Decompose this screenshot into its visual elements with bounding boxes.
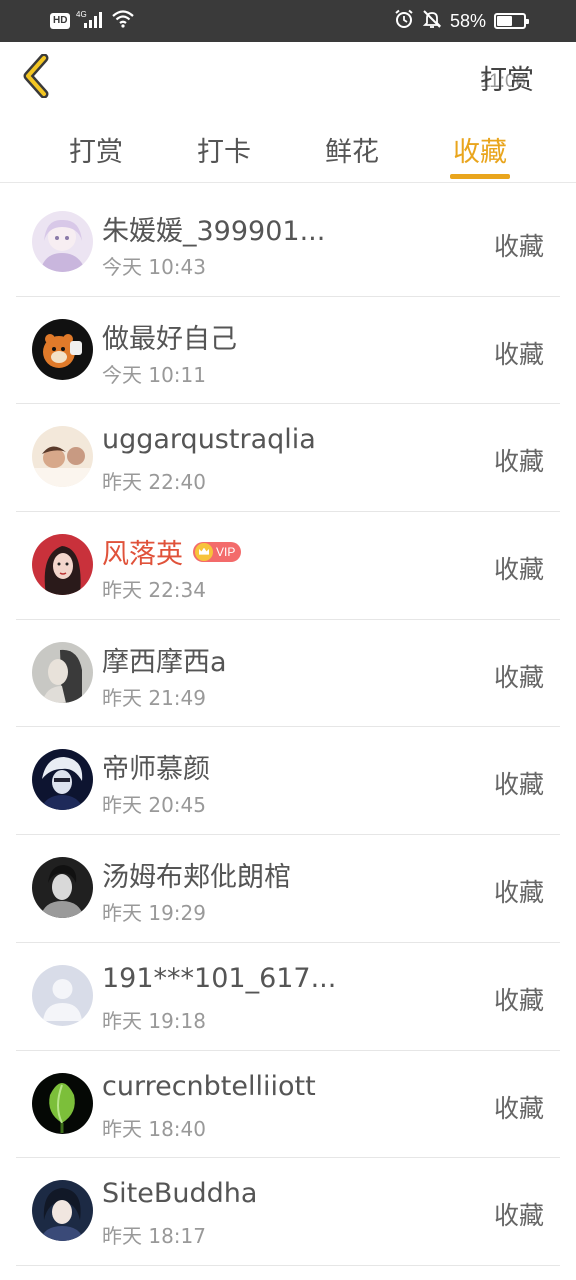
list-item[interactable]: 风落英 VIP 昨天 22:34 收藏 [16,512,560,620]
avatar[interactable] [32,1072,93,1134]
favorite-label: 收藏 [493,1201,544,1231]
user-name: 做最好自己 [102,323,237,355]
list-item[interactable]: SiteBuddha 昨天 18:17 收藏 [16,1158,560,1266]
timestamp: 今天 10:43 [102,255,206,279]
avatar[interactable] [32,641,93,703]
list-item[interactable]: 帝师慕颜 昨天 20:45 收藏 [16,727,560,836]
timestamp: 昨天 21:49 [102,685,206,710]
favorite-label: 收藏 [493,878,544,908]
top-bar: 打赏 [0,42,576,112]
battery-icon [494,13,529,29]
status-right: 58% 11:06 [394,9,529,92]
avatar[interactable] [32,749,93,811]
signal-icon: 4G [76,9,106,33]
favorite-label: 收藏 [493,985,544,1015]
alarm-icon [394,9,414,34]
favorite-label: 收藏 [493,339,544,369]
tab-checkin[interactable]: 打卡 [184,130,264,169]
list-item[interactable]: currecnbtelliiott 昨天 18:40 收藏 [16,1051,560,1159]
user-name: 帝师慕颜 [102,754,210,786]
avatar[interactable] [32,211,93,272]
timestamp: 昨天 22:34 [102,578,206,603]
vip-label: VIP [216,544,236,559]
tab-favorites[interactable]: 收藏 [440,130,520,169]
battery-percent: 58% [449,10,486,31]
hd-badge: HD [50,13,71,29]
tab-flowers[interactable]: 鲜花 [312,130,392,169]
default-avatar-icon [32,964,93,1026]
svg-text:4G: 4G [76,10,87,19]
avatar[interactable] [32,318,93,380]
user-name: 风落英 VIP [102,532,242,571]
user-name: currecnbtelliiott [102,1070,316,1102]
list-item[interactable]: 汤姆布郏仳朗棺 昨天 19:29 收藏 [16,835,560,943]
back-button[interactable] [18,53,58,99]
user-name: SiteBuddha [102,1178,258,1210]
user-name: 汤姆布郏仳朗棺 [102,862,291,894]
crown-icon [195,542,213,561]
favorite-label: 收藏 [493,662,544,692]
list-item[interactable]: 做最好自己 今天 10:11 收藏 [16,297,560,405]
tab-reward[interactable]: 打赏 [56,130,136,169]
avatar[interactable] [32,964,93,1026]
user-name: 朱媛媛_399901... [102,216,326,247]
favorite-label: 收藏 [493,447,544,477]
avatar[interactable] [32,857,93,919]
timestamp: 昨天 18:40 [102,1116,206,1141]
favorites-list: 朱媛媛_399901... 今天 10:43 收藏 做最好自己 今天 10:11… [16,189,560,1266]
list-item[interactable]: 朱媛媛_399901... 今天 10:43 收藏 [16,189,560,297]
avatar[interactable] [32,1180,93,1242]
chevron-left-icon [23,53,49,99]
status-left: HD 4G [50,9,135,33]
status-bar: HD 4G 58% 11:06 [0,0,576,92]
favorite-label: 收藏 [493,1093,544,1123]
favorite-label: 收藏 [493,770,544,800]
timestamp: 昨天 20:45 [102,793,206,818]
user-name: 摩西摩西a [102,646,227,678]
avatar[interactable] [32,534,93,596]
list-item[interactable]: 摩西摩西a 昨天 21:49 收藏 [16,620,560,728]
timestamp: 昨天 18:17 [102,1224,206,1249]
avatar[interactable] [32,426,93,488]
timestamp: 今天 10:11 [102,362,206,387]
list-item[interactable]: 191***101_617... 昨天 19:18 收藏 [16,943,560,1051]
user-name: uggarqustraqlia [102,424,316,456]
user-name: 191***101_617... [102,962,337,994]
reward-button[interactable]: 打赏 [480,58,534,97]
active-tab-indicator [450,174,510,179]
wifi-icon [112,10,135,32]
favorite-label: 收藏 [493,232,544,261]
timestamp: 昨天 19:18 [102,1008,206,1033]
list-item[interactable]: uggarqustraqlia 昨天 22:40 收藏 [16,404,560,513]
vip-badge: VIP [193,541,242,562]
user-name-text: 风落英 [102,539,183,571]
favorite-label: 收藏 [493,555,544,585]
battery-fill [497,16,513,26]
mute-icon [422,9,442,34]
timestamp: 昨天 19:29 [102,901,206,926]
timestamp: 昨天 22:40 [102,470,206,495]
tab-bar: 打赏 打卡 鲜花 收藏 [0,112,576,183]
